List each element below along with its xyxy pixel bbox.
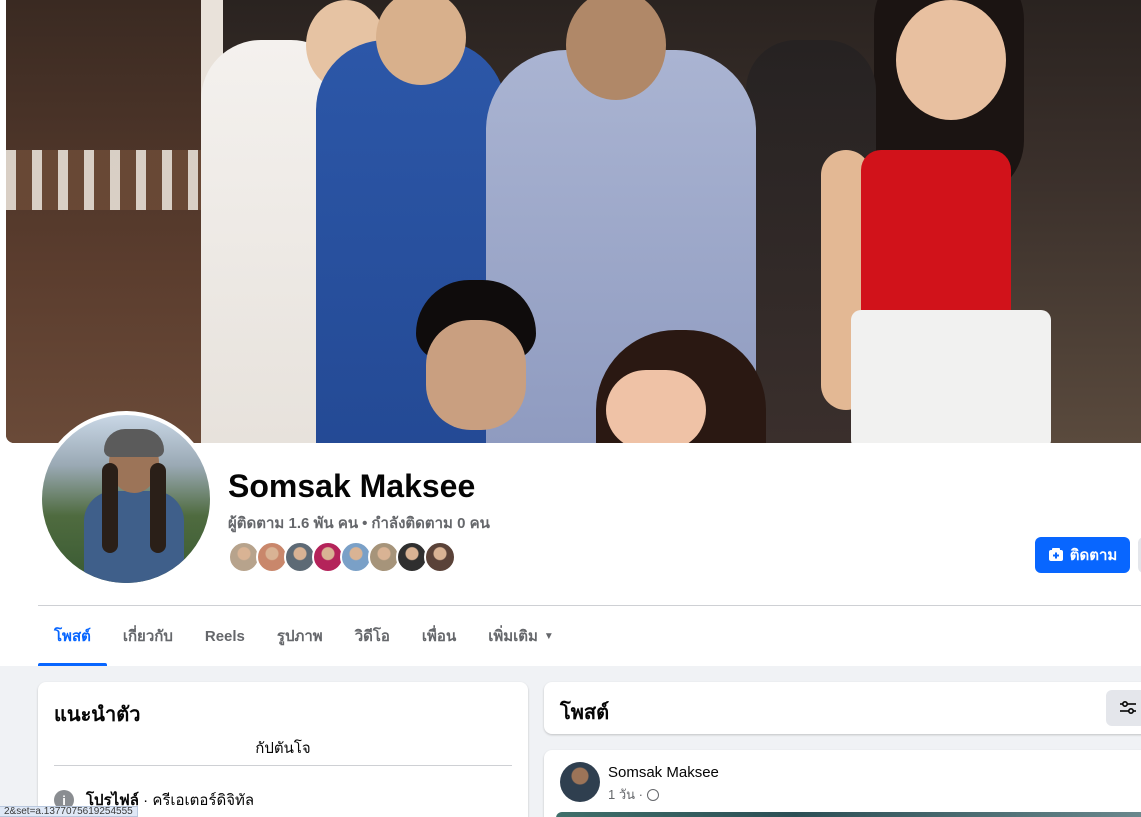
profile-name: Somsak Maksee	[228, 468, 476, 504]
profile-avatar[interactable]	[42, 415, 210, 583]
follow-button[interactable]: ติดตาม	[1035, 537, 1130, 573]
tab-label: วิดีโอ	[354, 628, 390, 645]
post-author-avatar[interactable]	[560, 762, 600, 802]
tab-photos[interactable]: รูปภาพ	[261, 606, 339, 666]
cover-person-young-man	[386, 280, 546, 443]
tab-label: Reels	[204, 627, 245, 645]
post-author-name[interactable]: Somsak Maksee	[608, 764, 719, 781]
posts-header-card: โพสต์	[544, 682, 1141, 734]
intro-card: แนะนำตัว กัปตันโจ i โปรไฟล์ · ครีเอเตอร์…	[38, 682, 528, 817]
tab-videos[interactable]: วิดีโอ	[339, 606, 406, 666]
followers-count-link[interactable]: ผู้ติดตาม 1.6 พัน คน	[228, 515, 358, 532]
posts-title: โพสต์	[560, 702, 610, 724]
filter-button[interactable]	[1106, 690, 1141, 726]
filter-icon	[1120, 700, 1136, 715]
intro-bio: กัปตันโจ	[255, 740, 311, 757]
following-count-link[interactable]: กำลังติดตาม 0 คน	[371, 515, 490, 532]
intro-profile-value: · ครีเอเตอร์ดิจิทัล	[139, 792, 255, 809]
post-card: Somsak Maksee 1 วัน ·	[544, 750, 1141, 817]
intro-divider	[54, 765, 512, 766]
follow-icon	[1048, 548, 1063, 561]
post-image[interactable]	[556, 812, 1141, 817]
tab-friends[interactable]: เพื่อน	[406, 606, 472, 666]
cover-person-red-top	[821, 0, 1081, 443]
globe-icon	[646, 788, 659, 801]
follower-avatar[interactable]	[424, 541, 456, 573]
tab-reels[interactable]: Reels	[189, 606, 261, 666]
follow-button-label: ติดตาม	[1069, 547, 1118, 564]
status-bar-url: 2&set=a.1377075619254555	[0, 806, 138, 817]
tab-label: เกี่ยวกับ	[122, 628, 173, 645]
cover-scene-wall	[6, 0, 206, 443]
tab-posts[interactable]: โพสต์	[38, 606, 107, 666]
tab-label: เพิ่มเติม	[488, 628, 538, 645]
cover-scene-fence	[6, 150, 206, 210]
post-timestamp[interactable]: 1 วัน ·	[608, 784, 643, 805]
tab-label: เพื่อน	[421, 628, 457, 645]
cover-person-young-woman	[586, 330, 766, 443]
intro-title: แนะนำตัว	[54, 704, 141, 726]
follower-avatars	[228, 541, 456, 573]
tab-label: รูปภาพ	[276, 628, 323, 645]
cover-photo[interactable]	[6, 0, 1141, 443]
tab-about[interactable]: เกี่ยวกับ	[107, 606, 189, 666]
post-meta: 1 วัน ·	[608, 784, 659, 805]
tab-more[interactable]: เพิ่มเติม ▼	[472, 606, 570, 666]
profile-tabs: โพสต์ เกี่ยวกับ Reels รูปภาพ วิดีโอ เพื่…	[38, 606, 570, 666]
profile-stats: ผู้ติดตาม 1.6 พัน คน • กำลังติดตาม 0 คน	[228, 511, 490, 535]
stats-separator: •	[362, 515, 368, 532]
caret-down-icon: ▼	[543, 630, 554, 642]
tab-label: โพสต์	[54, 628, 91, 645]
